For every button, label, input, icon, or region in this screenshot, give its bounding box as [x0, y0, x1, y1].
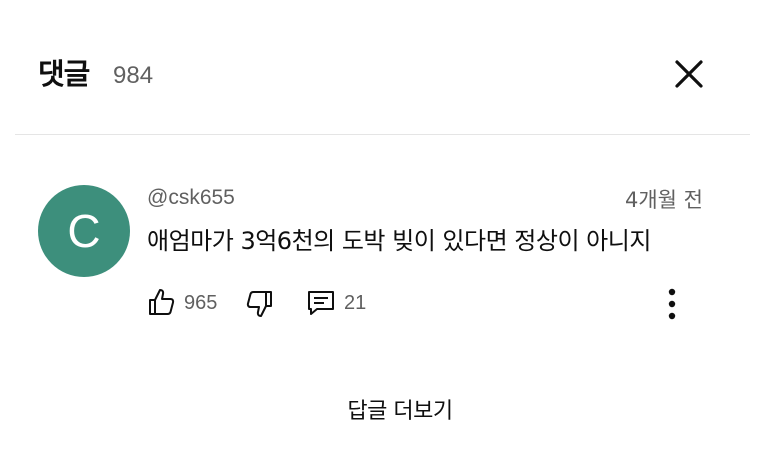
comment-author[interactable]: @csk655 — [147, 184, 235, 212]
header-divider — [15, 134, 750, 135]
close-button[interactable] — [669, 54, 709, 94]
comment-icon — [308, 291, 334, 315]
thumbs-up-icon — [149, 289, 175, 315]
reply-count: 21 — [344, 292, 367, 314]
close-icon — [675, 60, 703, 88]
comments-title: 댓글 — [38, 57, 90, 91]
like-count: 965 — [184, 292, 218, 314]
more-replies-button[interactable]: 답글 더보기 — [300, 396, 500, 428]
comment-timestamp: 4개월 전 — [625, 188, 703, 212]
dislike-button[interactable] — [246, 289, 274, 319]
more-vertical-icon — [668, 288, 676, 320]
comments-header: 댓글 984 — [0, 0, 776, 134]
like-button[interactable] — [147, 287, 175, 317]
avatar[interactable]: C — [38, 185, 130, 277]
thumbs-down-icon — [246, 291, 272, 317]
comment-text: 애엄마가 3억6천의 도박 빚이 있다면 정상이 아니지 — [147, 227, 651, 255]
more-actions-button[interactable] — [662, 286, 682, 322]
reply-button[interactable] — [306, 289, 336, 317]
avatar-letter: C — [67, 205, 101, 257]
comment-count: 984 — [113, 62, 154, 89]
